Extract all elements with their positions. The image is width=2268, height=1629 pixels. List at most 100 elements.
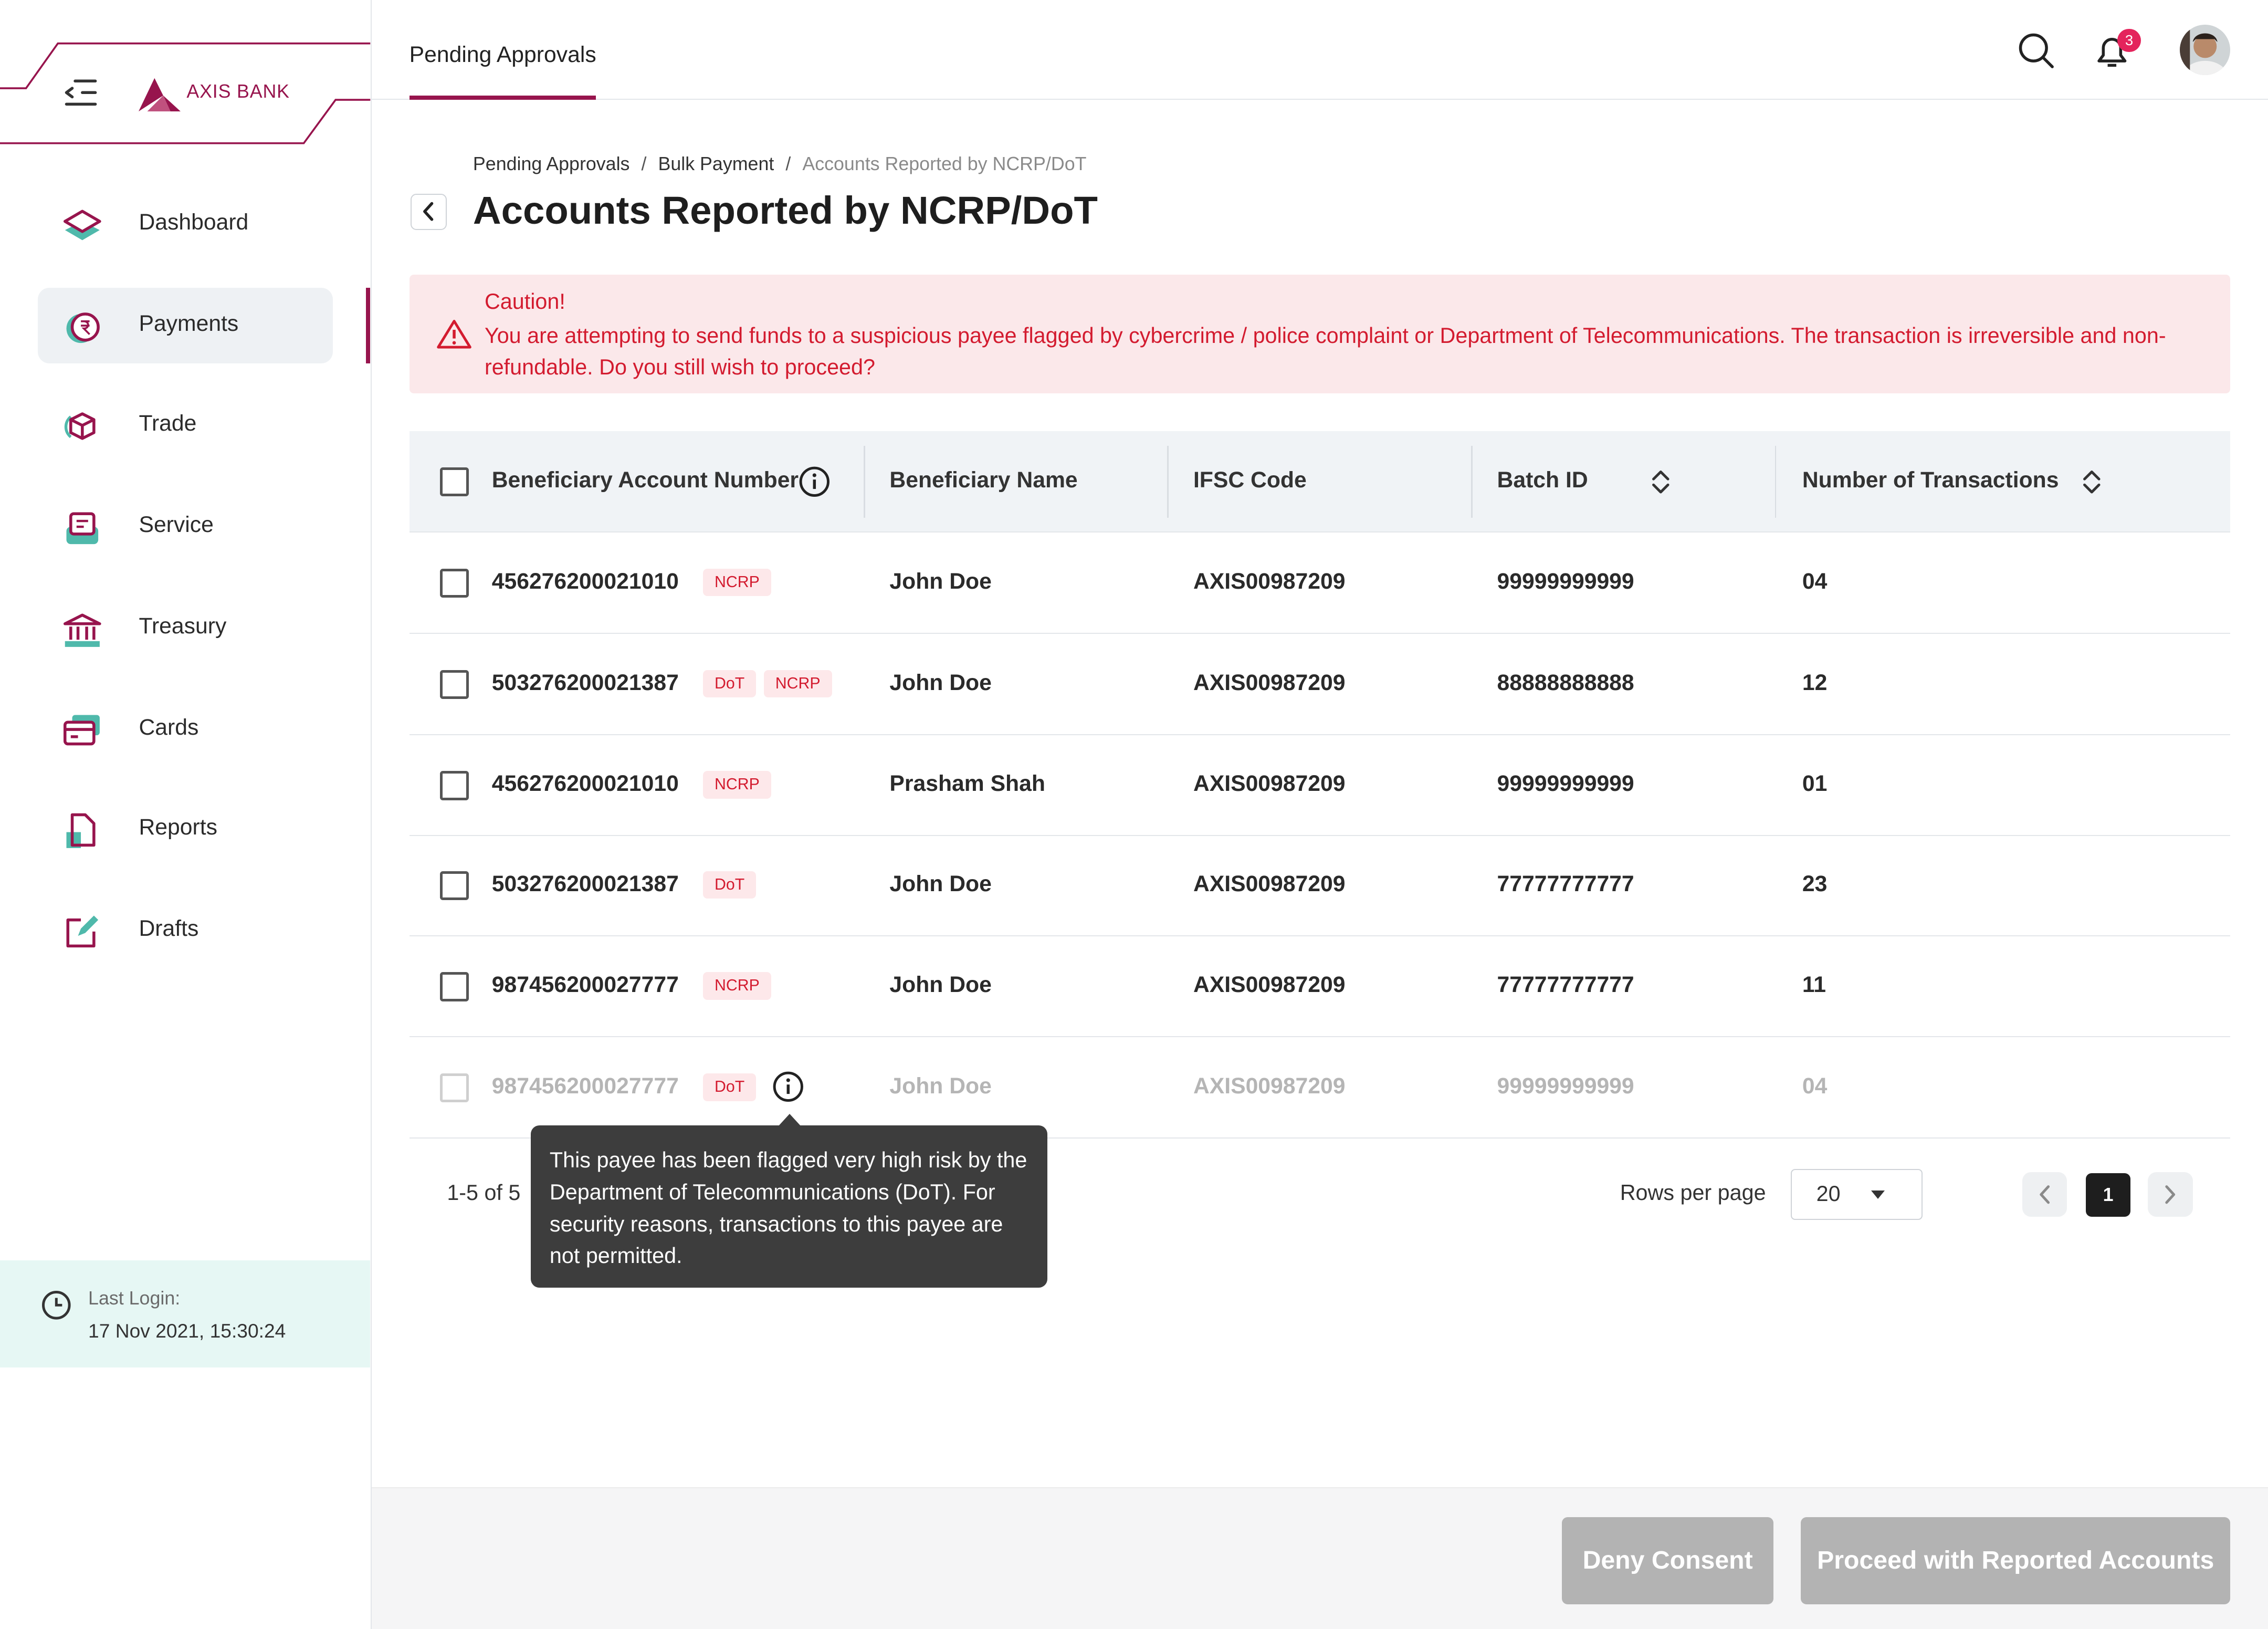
chevron-left-icon [423,202,434,221]
batch-id: 99999999999 [1497,1073,1634,1099]
batch-id: 77777777777 [1497,871,1634,896]
chevron-left-icon [2039,1185,2050,1204]
breadcrumb-item[interactable]: Bulk Payment [658,153,774,174]
rupee-coin-icon [64,308,101,346]
sidebar-logo-frame [0,42,371,144]
sidebar-item-drafts[interactable]: Drafts [38,893,333,968]
beneficiary-name: John Doe [889,670,992,695]
tab-pending-approvals[interactable]: Pending Approvals [410,42,596,68]
row-checkbox[interactable] [439,670,469,699]
page-number-button[interactable]: 1 [2085,1173,2131,1217]
top-header: Pending Approvals 3 [372,0,2268,100]
axis-bank-logo-icon [139,77,182,120]
table-row-disabled: 987456200027777 DoT John Doe AXIS0098720… [409,1037,2231,1139]
prev-page-button[interactable] [2022,1172,2067,1217]
sidebar-item-label: Treasury [139,613,227,639]
clock-icon [40,1289,72,1327]
row-checkbox[interactable] [439,871,469,900]
sidebar-item-service[interactable]: Service [38,489,333,564]
column-header-batch-id: Batch ID [1497,467,1588,493]
table-row[interactable]: 456276200021010 NCRP John Doe AXIS009872… [409,532,2231,634]
search-icon[interactable] [2018,32,2055,76]
dot-tag: DoT [702,670,757,697]
menu-collapse-icon[interactable] [64,77,98,114]
beneficiary-name: John Doe [889,1073,992,1099]
ifsc-code: AXIS00987209 [1193,670,1346,695]
sidebar-item-label: Payments [139,311,239,337]
column-header-ifsc: IFSC Code [1193,467,1307,493]
tooltip-arrow [778,1114,802,1127]
column-divider [863,445,865,518]
caution-alert: Caution! You are attempting to send fund… [409,275,2231,394]
column-divider [1167,445,1169,518]
deny-consent-button[interactable]: Deny Consent [1562,1517,1773,1604]
account-number: 456276200021010 [491,771,679,797]
transaction-count: 23 [1802,871,1828,896]
select-all-checkbox[interactable] [439,467,469,496]
ncrp-tag: NCRP [702,771,771,799]
ncrp-tag: NCRP [763,670,832,697]
row-checkbox[interactable] [439,771,469,800]
active-tab-underline [409,95,596,100]
column-header-transactions: Number of Transactions [1802,467,2059,493]
ifsc-code: AXIS00987209 [1193,871,1346,896]
ifsc-code: AXIS00987209 [1193,771,1346,797]
pagination-range: 1-5 of 5 [447,1181,521,1205]
column-divider [1774,445,1777,518]
row-checkbox [439,1073,469,1103]
caution-title: Caution! [484,289,565,314]
account-number: 503276200021387 [491,670,679,695]
layers-icon [64,207,101,245]
info-icon[interactable] [799,466,831,504]
table-row[interactable]: 503276200021387 DoT John Doe AXIS0098720… [409,835,2231,936]
sidebar-item-dashboard[interactable]: Dashboard [38,186,333,262]
report-file-icon [64,812,101,850]
batch-id: 88888888888 [1497,670,1634,695]
account-number: 987456200027777 [491,1073,679,1099]
chevron-right-icon [2165,1185,2176,1204]
sidebar: AXIS BANK Dashboard Payments Trade Servi… [0,0,372,1629]
sidebar-item-trade[interactable]: Trade [38,388,333,463]
sidebar-item-treasury[interactable]: Treasury [38,590,333,665]
table-row[interactable]: 503276200021387 DoT NCRP John Doe AXIS00… [409,634,2231,735]
ifsc-code: AXIS00987209 [1193,972,1346,998]
rows-per-page-select[interactable]: 20 [1790,1169,1923,1220]
credit-card-icon [64,712,101,750]
beneficiary-name: John Doe [889,972,992,998]
service-inbox-icon [64,509,101,547]
sort-icon[interactable] [1651,469,1671,501]
avatar[interactable] [2179,24,2231,76]
row-checkbox[interactable] [439,972,469,1001]
sidebar-item-cards[interactable]: Cards [38,692,333,767]
batch-id: 99999999999 [1497,568,1634,594]
active-indicator [366,288,371,363]
table-row[interactable]: 987456200027777 NCRP John Doe AXIS009872… [409,936,2231,1038]
last-login-value: 17 Nov 2021, 15:30:24 [88,1319,286,1342]
notification-badge: 3 [2117,29,2141,53]
app-root: AXIS BANK Dashboard Payments Trade Servi… [0,0,2268,1629]
table-header: Beneficiary Account Number Beneficiary N… [409,431,2231,532]
sidebar-item-label: Service [139,512,214,538]
ifsc-code: AXIS00987209 [1193,1073,1346,1099]
tooltip-text: This payee has been flagged very high ri… [549,1148,1027,1268]
table-row[interactable]: 456276200021010 NCRP Prasham Shah AXIS00… [409,735,2231,837]
edit-draft-icon [64,913,101,951]
proceed-button[interactable]: Proceed with Reported Accounts [1801,1517,2231,1604]
info-icon[interactable] [772,1071,804,1109]
action-footer: Deny Consent Proceed with Reported Accou… [372,1487,2268,1629]
sidebar-item-payments[interactable]: Payments [37,288,333,363]
breadcrumb: Pending Approvals / Bulk Payment / Accounts … [472,153,1087,175]
beneficiary-name: John Doe [889,871,992,896]
last-login-label: Last Login: [88,1288,181,1309]
back-button[interactable] [411,194,447,231]
beneficiary-name: John Doe [889,568,992,594]
cube-icon [64,408,101,446]
sort-icon[interactable] [2082,469,2102,501]
next-page-button[interactable] [2148,1172,2193,1217]
brand-name: AXIS BANK [186,81,290,102]
row-checkbox[interactable] [439,568,469,598]
breadcrumb-item[interactable]: Pending Approvals [473,153,630,174]
sidebar-item-reports[interactable]: Reports [38,791,333,866]
dot-tag: DoT [702,871,757,899]
column-header-account: Beneficiary Account Number [491,467,799,493]
